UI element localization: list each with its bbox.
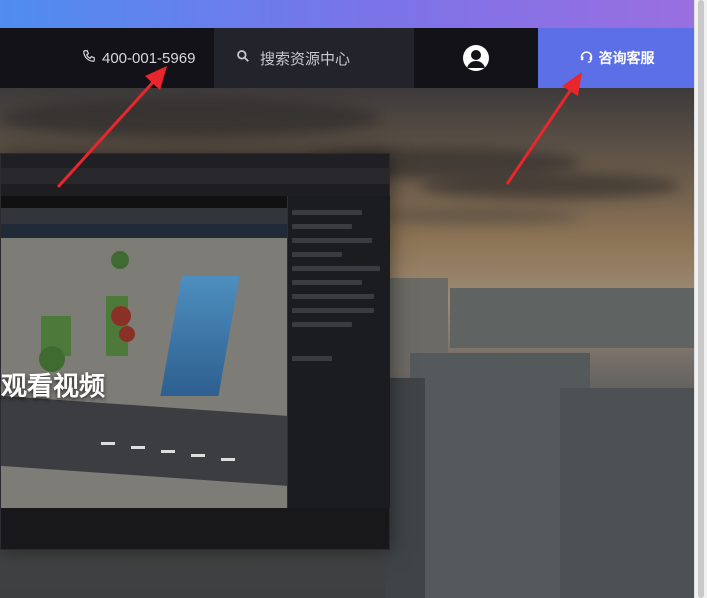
lane-mark <box>131 446 145 449</box>
user-avatar-icon <box>463 45 489 71</box>
cloud <box>420 173 680 199</box>
search-box[interactable]: 搜索资源中心 <box>214 28 414 88</box>
lane-mark <box>161 450 175 453</box>
panel-row <box>292 210 362 215</box>
cloud <box>380 208 580 224</box>
panel-row <box>292 294 374 299</box>
scene-top-bar <box>1 196 287 208</box>
tree <box>111 306 131 326</box>
panel-row <box>292 356 332 361</box>
building <box>560 388 695 598</box>
phone-number: 400-001-5969 <box>102 49 196 67</box>
panel-row <box>292 308 374 313</box>
panel-row <box>292 266 380 271</box>
watch-video-text[interactable]: 观看视频 <box>1 366 105 403</box>
page-scrollbar[interactable] <box>694 0 707 598</box>
window-titlebar <box>1 154 389 168</box>
lane-mark <box>191 454 205 457</box>
top-gradient-strip <box>0 0 695 28</box>
panel-row <box>292 252 342 257</box>
customer-service-button[interactable]: 咨询客服 <box>538 28 695 88</box>
headset-icon <box>579 49 594 67</box>
window-tabbar <box>1 168 389 184</box>
panel-row <box>292 238 372 243</box>
scene-control-bar <box>1 224 287 238</box>
lane-mark <box>101 442 115 445</box>
tree <box>111 251 129 269</box>
properties-panel <box>287 196 390 508</box>
phone-icon <box>82 49 96 67</box>
lane-mark <box>221 458 235 461</box>
3d-scene-viewport <box>1 196 287 508</box>
panel-row <box>292 322 352 327</box>
cloud <box>0 98 380 138</box>
phone-link[interactable]: 400-001-5969 <box>82 28 195 88</box>
window-toolbar <box>1 184 389 196</box>
building <box>385 378 425 598</box>
editor-screenshot-window: 观看视频 <box>0 153 390 550</box>
service-label: 咨询客服 <box>598 50 655 66</box>
building <box>450 288 695 348</box>
search-icon <box>236 49 250 67</box>
search-placeholder: 搜索资源中心 <box>260 50 351 68</box>
tree <box>119 326 135 342</box>
panel-row <box>292 224 352 229</box>
top-navbar: 400-001-5969 搜索资源中心 咨询客服 <box>0 28 695 88</box>
user-avatar-button[interactable] <box>463 45 489 71</box>
panel-row <box>292 280 362 285</box>
editor-statusbar <box>1 508 389 549</box>
